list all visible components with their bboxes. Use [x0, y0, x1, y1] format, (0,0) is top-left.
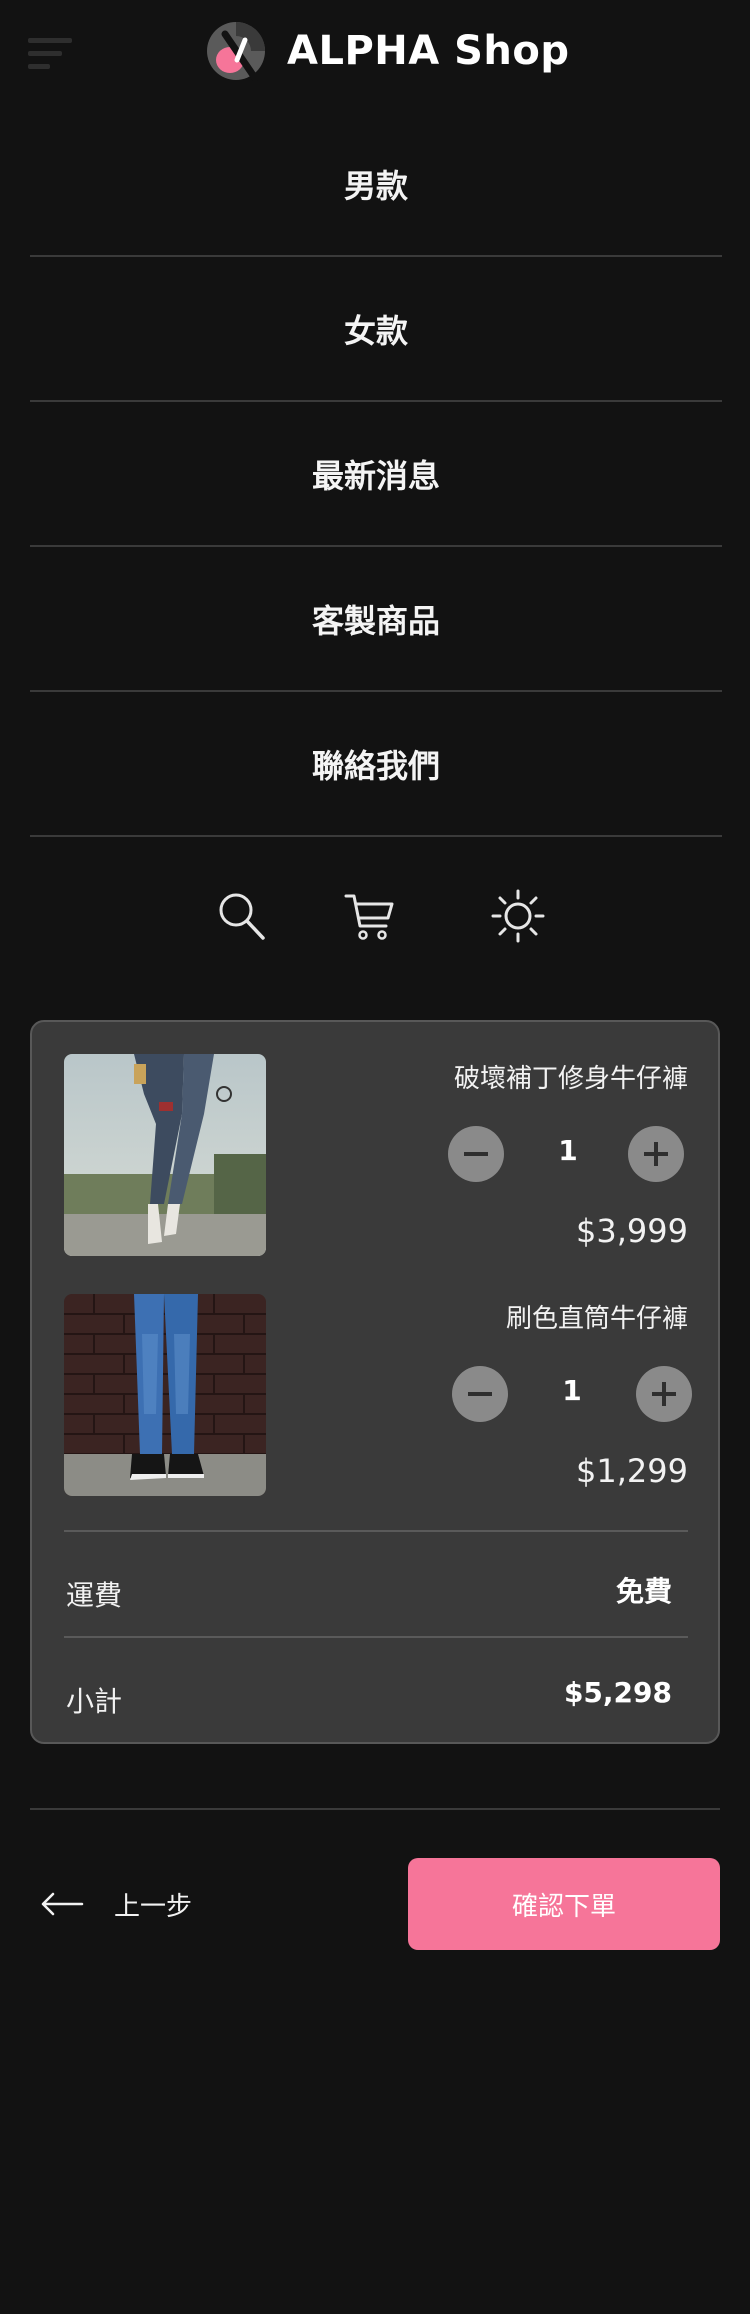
quantity-stepper: 1	[448, 1126, 688, 1182]
minus-icon	[468, 1392, 492, 1396]
product-name: 刷色直筒牛仔褲	[505, 1304, 688, 1334]
shipping-value: 免費	[615, 1575, 672, 1608]
cart-item: 刷色直筒牛仔褲 1 $1,299	[64, 1294, 692, 1498]
subtotal-row: 小計 $5,298	[64, 1668, 688, 1728]
nav-item-custom[interactable]: 客製商品	[30, 547, 722, 692]
washed-straight-jeans-photo[interactable]	[64, 1294, 266, 1496]
quantity-value: 1	[558, 1134, 578, 1167]
product-name: 破壞補丁修身牛仔褲	[453, 1064, 688, 1094]
shipping-label: 運費	[66, 1579, 123, 1612]
brand-name: ALPHA Shop	[287, 28, 570, 74]
nav-item-men[interactable]: 男款	[30, 112, 722, 257]
divider	[64, 1636, 688, 1638]
shipping-row: 運費 免費	[64, 1562, 688, 1622]
cart-icon[interactable]	[342, 888, 398, 944]
cart-item: 破壞補丁修身牛仔褲 1 $3,999	[64, 1054, 688, 1258]
arrow-left-icon	[41, 1892, 84, 1916]
nav-item-news[interactable]: 最新消息	[30, 402, 722, 547]
nav-item-contact[interactable]: 聯絡我們	[30, 692, 722, 837]
logo-icon	[207, 22, 265, 82]
subtotal-value: $5,298	[563, 1676, 672, 1709]
minus-icon	[464, 1152, 488, 1156]
decrease-button[interactable]	[448, 1126, 504, 1182]
confirm-order-button[interactable]: 確認下單	[408, 1858, 720, 1950]
cart-panel: 破壞補丁修身牛仔褲 1 $3,999 刷色直筒牛仔褲 1 $1,299 運費 免…	[30, 1020, 720, 1744]
search-icon[interactable]	[213, 888, 269, 944]
increase-button[interactable]	[628, 1126, 684, 1182]
quantity-stepper: 1	[452, 1366, 692, 1422]
nav-item-women[interactable]: 女款	[30, 257, 722, 402]
header: ALPHA Shop	[0, 0, 750, 110]
increase-button[interactable]	[636, 1366, 692, 1422]
back-label: 上一步	[114, 1891, 193, 1922]
ripped-jeans-photo[interactable]	[64, 1054, 266, 1256]
quantity-value: 1	[562, 1374, 582, 1407]
divider	[30, 1808, 720, 1810]
back-button[interactable]: 上一步	[40, 1880, 192, 1928]
main-nav: 男款 女款 最新消息 客製商品 聯絡我們	[30, 112, 722, 837]
product-price: $1,299	[576, 1452, 688, 1490]
toolbar-icons	[0, 888, 750, 948]
decrease-button[interactable]	[452, 1366, 508, 1422]
theme-toggle-icon[interactable]	[490, 888, 546, 944]
logo[interactable]: ALPHA Shop	[205, 20, 570, 82]
product-price: $3,999	[576, 1212, 688, 1250]
subtotal-label: 小計	[66, 1685, 123, 1718]
menu-icon[interactable]	[28, 38, 72, 72]
divider	[64, 1530, 688, 1532]
